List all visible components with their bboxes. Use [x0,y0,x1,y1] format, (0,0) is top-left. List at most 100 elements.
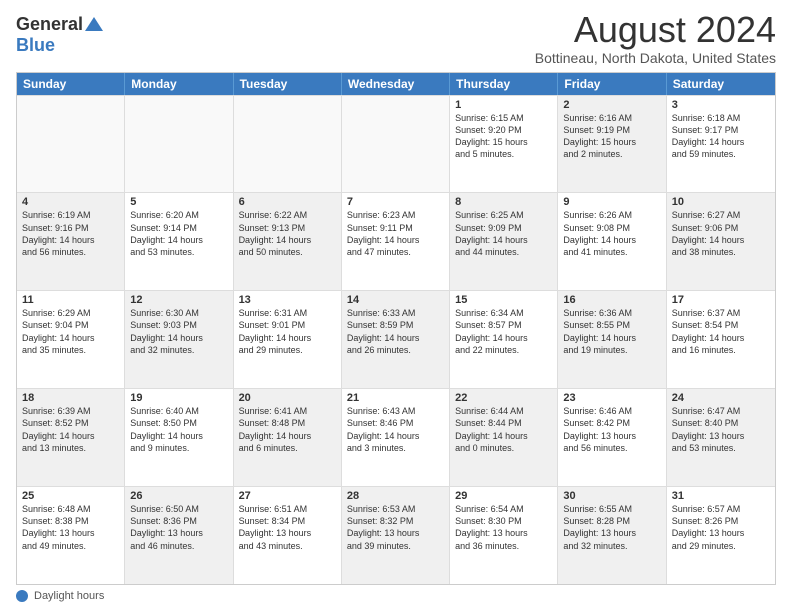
cell-info: Sunrise: 6:50 AM Sunset: 8:36 PM Dayligh… [130,503,227,552]
day-number: 12 [130,294,227,306]
day-number: 30 [563,490,660,502]
cal-cell-24: 24Sunrise: 6:47 AM Sunset: 8:40 PM Dayli… [667,389,775,486]
cal-row-4: 18Sunrise: 6:39 AM Sunset: 8:52 PM Dayli… [17,388,775,486]
logo-general: General [16,14,83,35]
calendar: SundayMondayTuesdayWednesdayThursdayFrid… [16,72,776,585]
day-number: 16 [563,294,660,306]
cell-info: Sunrise: 6:18 AM Sunset: 9:17 PM Dayligh… [672,112,770,161]
cal-header-cell-monday: Monday [125,73,233,95]
cell-info: Sunrise: 6:55 AM Sunset: 8:28 PM Dayligh… [563,503,660,552]
cell-info: Sunrise: 6:20 AM Sunset: 9:14 PM Dayligh… [130,209,227,258]
day-number: 4 [22,196,119,208]
day-number: 23 [563,392,660,404]
cal-row-3: 11Sunrise: 6:29 AM Sunset: 9:04 PM Dayli… [17,290,775,388]
cell-info: Sunrise: 6:16 AM Sunset: 9:19 PM Dayligh… [563,112,660,161]
cal-cell-14: 14Sunrise: 6:33 AM Sunset: 8:59 PM Dayli… [342,291,450,388]
cell-info: Sunrise: 6:23 AM Sunset: 9:11 PM Dayligh… [347,209,444,258]
cal-cell-27: 27Sunrise: 6:51 AM Sunset: 8:34 PM Dayli… [234,487,342,584]
cal-cell-17: 17Sunrise: 6:37 AM Sunset: 8:54 PM Dayli… [667,291,775,388]
cell-info: Sunrise: 6:33 AM Sunset: 8:59 PM Dayligh… [347,307,444,356]
day-number: 26 [130,490,227,502]
cal-row-1: 1Sunrise: 6:15 AM Sunset: 9:20 PM Daylig… [17,95,775,193]
day-number: 17 [672,294,770,306]
day-number: 24 [672,392,770,404]
logo: General Blue [16,14,103,56]
cal-header-cell-tuesday: Tuesday [234,73,342,95]
day-number: 6 [239,196,336,208]
day-number: 1 [455,99,552,111]
cell-info: Sunrise: 6:29 AM Sunset: 9:04 PM Dayligh… [22,307,119,356]
day-number: 28 [347,490,444,502]
cal-cell-11: 11Sunrise: 6:29 AM Sunset: 9:04 PM Dayli… [17,291,125,388]
cell-info: Sunrise: 6:15 AM Sunset: 9:20 PM Dayligh… [455,112,552,161]
cal-header-cell-wednesday: Wednesday [342,73,450,95]
cell-info: Sunrise: 6:36 AM Sunset: 8:55 PM Dayligh… [563,307,660,356]
cell-info: Sunrise: 6:46 AM Sunset: 8:42 PM Dayligh… [563,405,660,454]
day-number: 19 [130,392,227,404]
cal-cell-empty-0-0 [17,96,125,193]
cal-cell-28: 28Sunrise: 6:53 AM Sunset: 8:32 PM Dayli… [342,487,450,584]
cell-info: Sunrise: 6:57 AM Sunset: 8:26 PM Dayligh… [672,503,770,552]
cal-cell-9: 9Sunrise: 6:26 AM Sunset: 9:08 PM Daylig… [558,193,666,290]
day-number: 22 [455,392,552,404]
cal-header-cell-friday: Friday [558,73,666,95]
cal-cell-6: 6Sunrise: 6:22 AM Sunset: 9:13 PM Daylig… [234,193,342,290]
cal-cell-18: 18Sunrise: 6:39 AM Sunset: 8:52 PM Dayli… [17,389,125,486]
cell-info: Sunrise: 6:22 AM Sunset: 9:13 PM Dayligh… [239,209,336,258]
cell-info: Sunrise: 6:30 AM Sunset: 9:03 PM Dayligh… [130,307,227,356]
cal-cell-25: 25Sunrise: 6:48 AM Sunset: 8:38 PM Dayli… [17,487,125,584]
cal-cell-22: 22Sunrise: 6:44 AM Sunset: 8:44 PM Dayli… [450,389,558,486]
cal-cell-20: 20Sunrise: 6:41 AM Sunset: 8:48 PM Dayli… [234,389,342,486]
cal-cell-29: 29Sunrise: 6:54 AM Sunset: 8:30 PM Dayli… [450,487,558,584]
cell-info: Sunrise: 6:48 AM Sunset: 8:38 PM Dayligh… [22,503,119,552]
cell-info: Sunrise: 6:51 AM Sunset: 8:34 PM Dayligh… [239,503,336,552]
day-number: 21 [347,392,444,404]
cell-info: Sunrise: 6:41 AM Sunset: 8:48 PM Dayligh… [239,405,336,454]
cal-header-cell-thursday: Thursday [450,73,558,95]
calendar-body: 1Sunrise: 6:15 AM Sunset: 9:20 PM Daylig… [17,95,775,584]
cell-info: Sunrise: 6:44 AM Sunset: 8:44 PM Dayligh… [455,405,552,454]
day-number: 7 [347,196,444,208]
cal-header-cell-saturday: Saturday [667,73,775,95]
footer: Daylight hours [16,590,776,602]
cal-cell-26: 26Sunrise: 6:50 AM Sunset: 8:36 PM Dayli… [125,487,233,584]
footer-label: Daylight hours [34,590,104,602]
day-number: 10 [672,196,770,208]
logo-blue: Blue [16,35,55,56]
cal-cell-empty-0-3 [342,96,450,193]
cal-cell-31: 31Sunrise: 6:57 AM Sunset: 8:26 PM Dayli… [667,487,775,584]
header: General Blue August 2024 Bottineau, Nort… [16,10,776,66]
cell-info: Sunrise: 6:34 AM Sunset: 8:57 PM Dayligh… [455,307,552,356]
cell-info: Sunrise: 6:47 AM Sunset: 8:40 PM Dayligh… [672,405,770,454]
cal-cell-13: 13Sunrise: 6:31 AM Sunset: 9:01 PM Dayli… [234,291,342,388]
cal-cell-30: 30Sunrise: 6:55 AM Sunset: 8:28 PM Dayli… [558,487,666,584]
day-number: 18 [22,392,119,404]
day-number: 29 [455,490,552,502]
day-number: 8 [455,196,552,208]
cal-cell-2: 2Sunrise: 6:16 AM Sunset: 9:19 PM Daylig… [558,96,666,193]
day-number: 25 [22,490,119,502]
day-number: 31 [672,490,770,502]
day-number: 14 [347,294,444,306]
cal-cell-1: 1Sunrise: 6:15 AM Sunset: 9:20 PM Daylig… [450,96,558,193]
main-title: August 2024 [535,10,776,50]
cal-cell-3: 3Sunrise: 6:18 AM Sunset: 9:17 PM Daylig… [667,96,775,193]
cal-cell-empty-0-2 [234,96,342,193]
cal-cell-5: 5Sunrise: 6:20 AM Sunset: 9:14 PM Daylig… [125,193,233,290]
cell-info: Sunrise: 6:53 AM Sunset: 8:32 PM Dayligh… [347,503,444,552]
day-number: 13 [239,294,336,306]
cell-info: Sunrise: 6:26 AM Sunset: 9:08 PM Dayligh… [563,209,660,258]
calendar-header: SundayMondayTuesdayWednesdayThursdayFrid… [17,73,775,95]
cal-header-cell-sunday: Sunday [17,73,125,95]
cell-info: Sunrise: 6:27 AM Sunset: 9:06 PM Dayligh… [672,209,770,258]
cal-cell-23: 23Sunrise: 6:46 AM Sunset: 8:42 PM Dayli… [558,389,666,486]
day-number: 11 [22,294,119,306]
cal-cell-21: 21Sunrise: 6:43 AM Sunset: 8:46 PM Dayli… [342,389,450,486]
day-number: 9 [563,196,660,208]
cal-cell-8: 8Sunrise: 6:25 AM Sunset: 9:09 PM Daylig… [450,193,558,290]
cal-cell-12: 12Sunrise: 6:30 AM Sunset: 9:03 PM Dayli… [125,291,233,388]
logo-icon [85,17,103,31]
cal-cell-empty-0-1 [125,96,233,193]
cal-cell-7: 7Sunrise: 6:23 AM Sunset: 9:11 PM Daylig… [342,193,450,290]
cal-cell-10: 10Sunrise: 6:27 AM Sunset: 9:06 PM Dayli… [667,193,775,290]
